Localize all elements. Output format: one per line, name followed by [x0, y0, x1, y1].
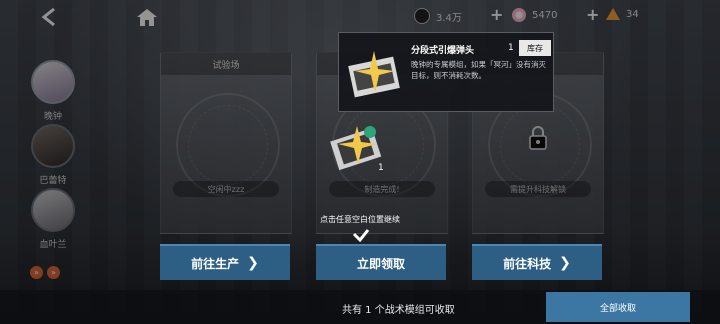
chevron-right-icon: ❯	[559, 255, 571, 271]
claim-all-button[interactable]: 全部收取	[546, 292, 690, 322]
chevron-right-icon: ❯	[247, 255, 259, 271]
item-tooltip: 分段式引爆弹头 1 库存 晚钟的专属模组，如果「冥河」没有消灭目标，则不消耗次数…	[338, 32, 554, 112]
inventory-badge: 库存	[519, 40, 551, 56]
claim-now-button[interactable]: 立即领取	[316, 244, 446, 280]
claimable-count-text: 共有 1 个战术模组可收取	[342, 305, 455, 316]
warhead-module-icon	[348, 51, 400, 98]
go-tech-button[interactable]: 前往科技 ❯	[472, 244, 602, 280]
go-production-button[interactable]: 前往生产 ❯	[160, 244, 290, 280]
check-icon	[352, 229, 370, 242]
item-description: 晚钟的专属模组，如果「冥河」没有消灭目标，则不消耗次数。	[411, 60, 546, 80]
tap-to-continue-hint: 点击任意空白位置继续	[320, 215, 400, 224]
item-count: 1	[378, 163, 384, 173]
